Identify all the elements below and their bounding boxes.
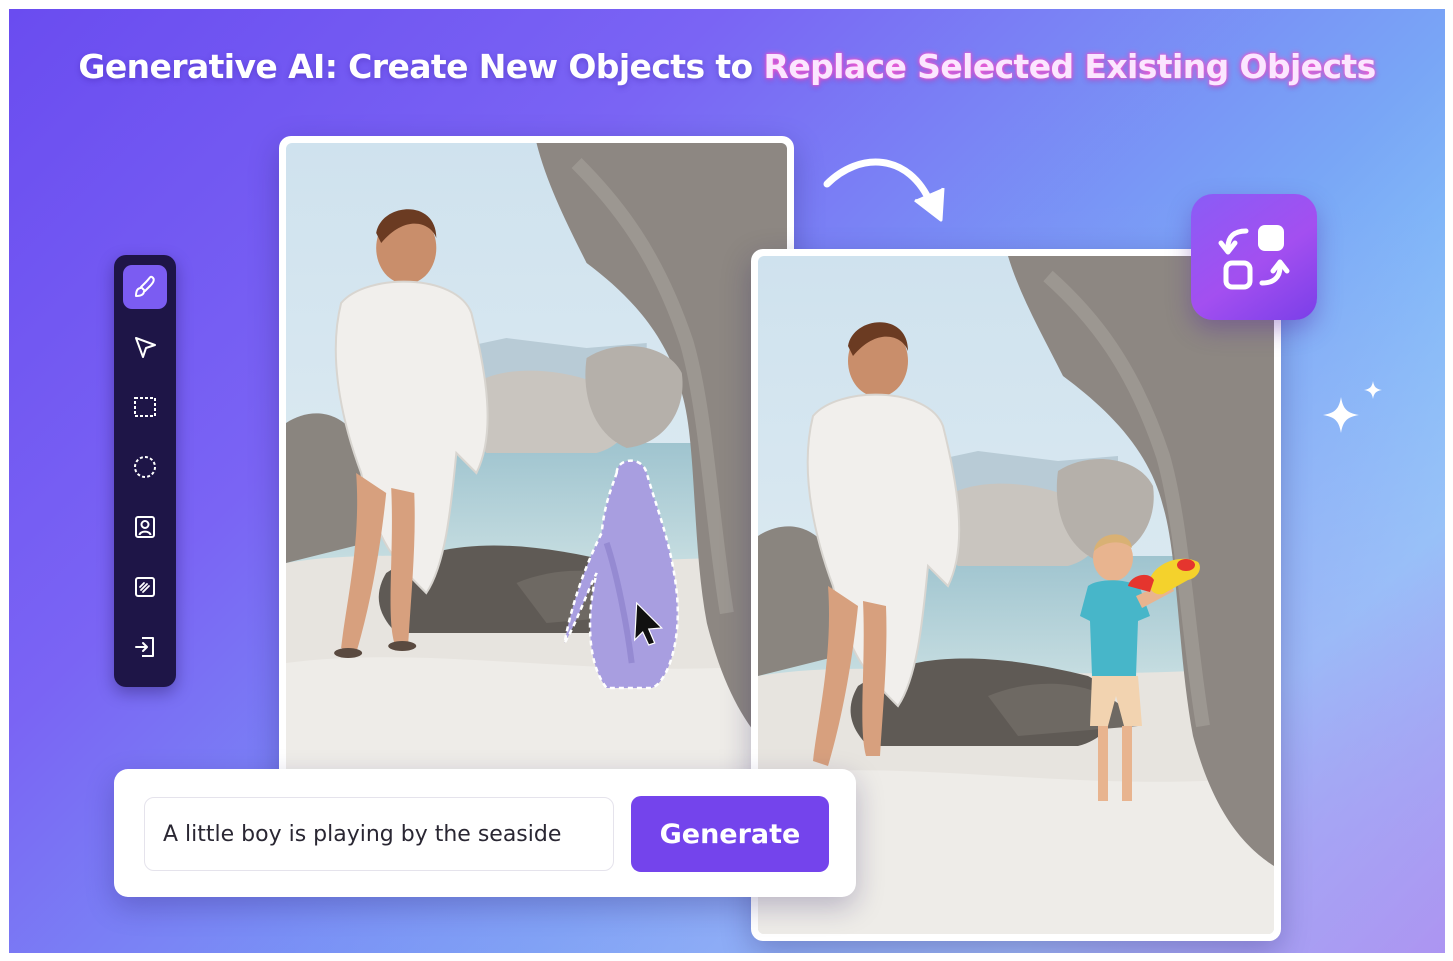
ellipse-select-icon xyxy=(134,456,156,478)
headline-part-1: Generative AI: Create New Objects to xyxy=(78,47,764,86)
sparkle-icon xyxy=(1323,381,1382,433)
tool-portrait-select[interactable] xyxy=(123,505,167,549)
generate-button[interactable]: Generate xyxy=(631,796,829,872)
tool-rectangle-select[interactable] xyxy=(123,385,167,429)
replace-objects-badge xyxy=(1191,194,1317,320)
beach-scene-before xyxy=(286,143,787,829)
tool-import[interactable] xyxy=(123,625,167,669)
import-icon xyxy=(135,637,154,657)
tool-arrow-select[interactable] xyxy=(123,325,167,369)
replace-objects-icon xyxy=(1218,225,1290,290)
prompt-input[interactable] xyxy=(144,797,614,871)
promo-canvas: Generative AI: Create New Objects to Rep… xyxy=(9,9,1445,953)
before-photo xyxy=(286,143,787,829)
curved-arrow-icon xyxy=(823,158,945,222)
headline: Generative AI: Create New Objects to Rep… xyxy=(9,47,1445,86)
arrow-select-icon xyxy=(135,337,156,358)
tool-texture-select[interactable] xyxy=(123,565,167,609)
tool-brush[interactable] xyxy=(123,265,167,309)
tool-ellipse-select[interactable] xyxy=(123,445,167,489)
selection-toolbar xyxy=(114,255,176,687)
texture-select-icon xyxy=(135,577,155,597)
headline-part-2: Replace Selected Existing Objects xyxy=(763,47,1377,86)
brush-icon xyxy=(135,275,155,297)
prompt-panel: Generate xyxy=(114,769,856,897)
portrait-select-icon xyxy=(135,516,155,538)
rectangle-select-icon xyxy=(134,397,156,417)
before-photo-card xyxy=(279,136,794,836)
